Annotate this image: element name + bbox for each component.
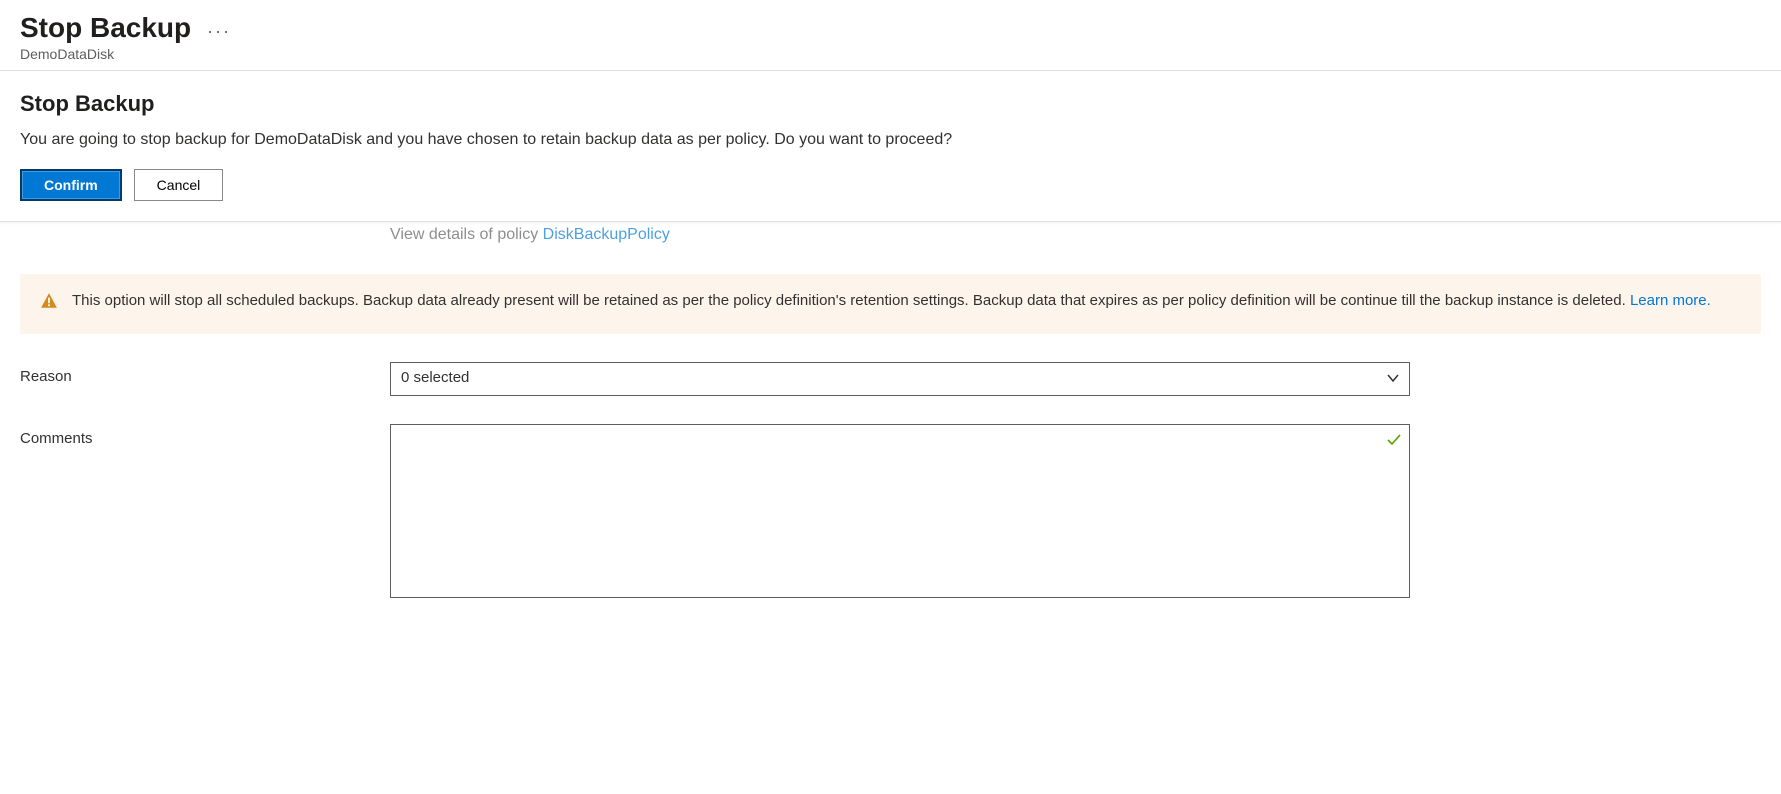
warning-box: This option will stop all scheduled back… xyxy=(20,274,1761,334)
more-actions-icon[interactable]: ··· xyxy=(207,15,231,42)
reason-label: Reason xyxy=(20,362,390,385)
confirm-description: You are going to stop backup for DemoDat… xyxy=(20,131,1761,149)
warning-message: This option will stop all scheduled back… xyxy=(72,292,1630,309)
comments-label: Comments xyxy=(20,424,390,447)
reason-row: Reason 0 selected xyxy=(20,362,1761,396)
policy-line: View details of policy DiskBackupPolicy xyxy=(390,226,1761,244)
confirm-button[interactable]: Confirm xyxy=(20,169,122,201)
page-title: Stop Backup xyxy=(20,12,191,44)
comments-row: Comments xyxy=(20,424,1761,601)
policy-prefix: View details of policy xyxy=(390,226,543,243)
page-subtitle: DemoDataDisk xyxy=(20,46,1761,62)
learn-more-link[interactable]: Learn more. xyxy=(1630,292,1711,309)
comments-textarea[interactable] xyxy=(390,424,1410,598)
warning-icon xyxy=(40,292,58,318)
warning-text: This option will stop all scheduled back… xyxy=(72,290,1711,313)
page-header: Stop Backup ··· DemoDataDisk xyxy=(0,0,1781,71)
button-row: Confirm Cancel xyxy=(20,169,1761,201)
cancel-button[interactable]: Cancel xyxy=(134,169,224,201)
content-area: View details of policy DiskBackupPolicy … xyxy=(0,226,1781,601)
reason-select[interactable]: 0 selected xyxy=(390,362,1410,396)
confirm-title: Stop Backup xyxy=(20,91,1761,117)
policy-link[interactable]: DiskBackupPolicy xyxy=(543,226,670,243)
confirm-dialog: Stop Backup You are going to stop backup… xyxy=(0,71,1781,222)
